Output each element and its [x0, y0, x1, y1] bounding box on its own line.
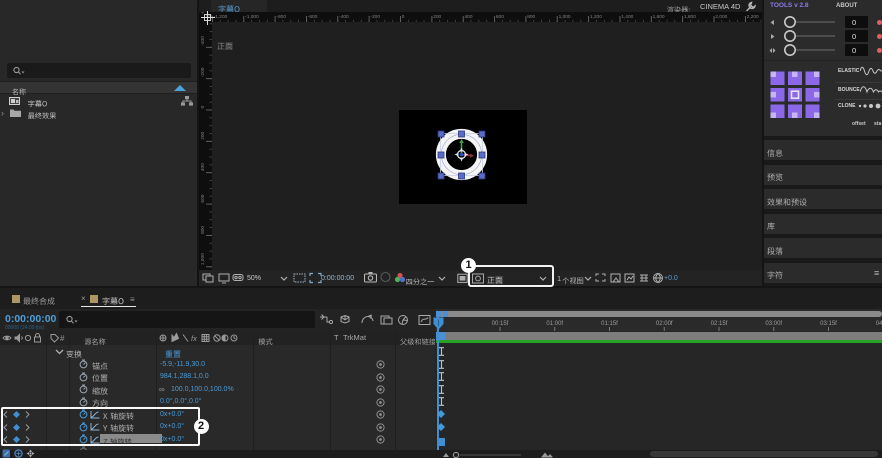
svg-text:-200: -200: [200, 67, 206, 77]
svg-text:-1,000: -1,000: [245, 14, 259, 20]
svg-text:-800: -800: [276, 14, 286, 20]
svg-text:1,400: 1,400: [621, 14, 633, 20]
svg-text:fx: fx: [191, 334, 197, 343]
svg-text:0: 0: [402, 14, 405, 20]
svg-text:01:00f: 01:00f: [546, 321, 563, 327]
svg-text:0: 0: [200, 106, 206, 109]
svg-text:-400: -400: [200, 36, 206, 46]
svg-text:03:15f: 03:15f: [820, 321, 837, 327]
svg-text:1,600: 1,600: [653, 14, 665, 20]
svg-text:2,000: 2,000: [715, 14, 727, 20]
svg-text:2,200: 2,200: [747, 14, 759, 20]
svg-text:03:00f: 03:00f: [765, 321, 782, 327]
svg-text:1,200: 1,200: [590, 14, 602, 20]
svg-text:01:15f: 01:15f: [601, 321, 618, 327]
svg-text:#: #: [60, 334, 65, 343]
svg-text:-1,200: -1,200: [214, 14, 228, 20]
svg-text:1,000: 1,000: [559, 14, 571, 20]
svg-text:400: 400: [465, 14, 473, 20]
svg-text:1,000: 1,000: [200, 253, 206, 265]
svg-text:-600: -600: [308, 14, 318, 20]
svg-text:-400: -400: [339, 14, 349, 20]
svg-text:-200: -200: [370, 14, 380, 20]
svg-text:600: 600: [496, 14, 504, 20]
svg-text:04:00: 04:00: [876, 321, 882, 327]
svg-text:02:00f: 02:00f: [656, 321, 673, 327]
svg-text:00:15f: 00:15f: [492, 321, 509, 327]
svg-text:800: 800: [200, 226, 206, 234]
svg-text:800: 800: [527, 14, 535, 20]
svg-text:1,800: 1,800: [684, 14, 696, 20]
svg-text:200: 200: [433, 14, 441, 20]
svg-text:02:15f: 02:15f: [711, 321, 728, 327]
svg-text:400: 400: [200, 163, 206, 171]
svg-text:600: 600: [200, 194, 206, 202]
svg-text:200: 200: [200, 131, 206, 139]
